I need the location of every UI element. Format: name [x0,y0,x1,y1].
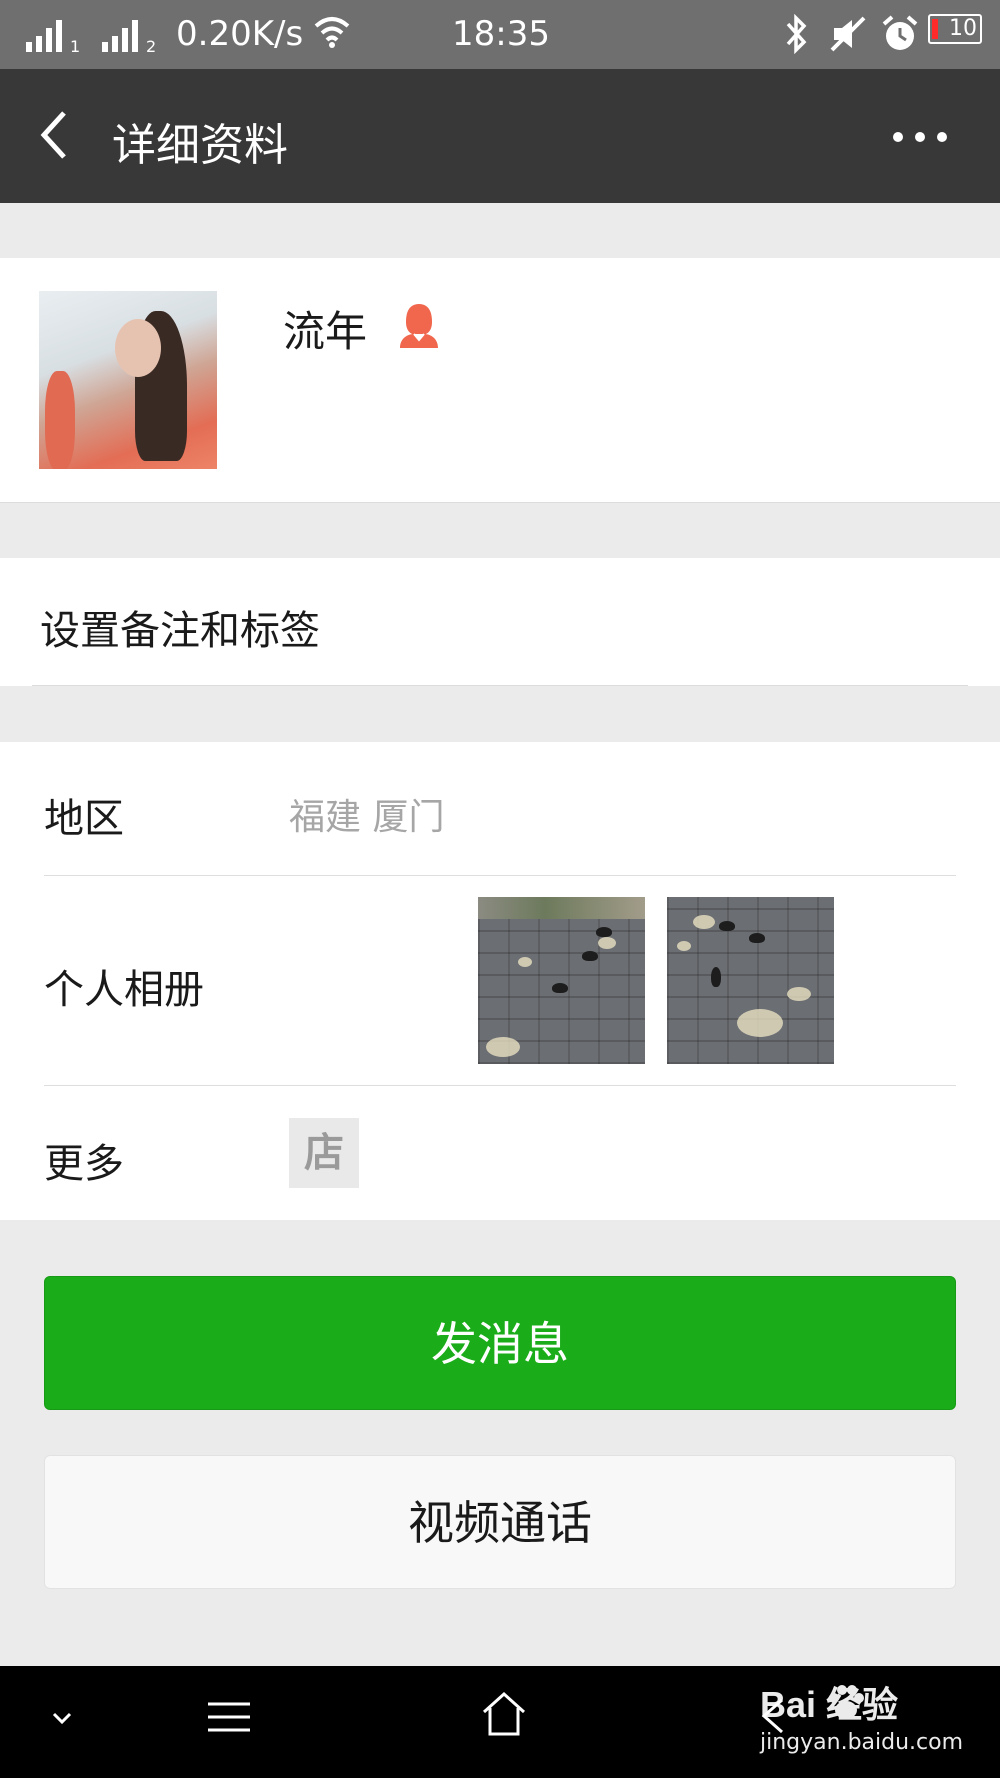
page-title: 详细资料 [112,120,288,171]
sim2-label: 2 [146,37,156,54]
watermark-url: jingyan.baidu.com [760,1730,964,1755]
region-row: 地区 福建 厦门 [44,742,956,876]
status-bar: 1 2 0.20K/s 18:35 10 [0,0,1000,69]
avatar[interactable] [39,291,217,469]
alarm-icon [880,14,920,63]
send-message-button[interactable]: 发消息 [44,1276,956,1410]
baidu-watermark: Bai 经验 jingyan.baidu.com [760,1676,963,1755]
album-row[interactable]: 个人相册 [44,875,956,1086]
shop-icon: 店 [289,1118,359,1188]
profile-card: 流年 [0,258,1000,503]
contact-name: 流年 [283,307,368,356]
set-remark-label: 设置备注和标签 [40,608,320,654]
info-list: 地区 福建 厦门 个人相册 更多 店 [0,742,1000,1220]
album-photo[interactable] [667,897,834,1064]
back-button[interactable] [30,105,90,165]
set-remark-row[interactable]: 设置备注和标签 [0,558,1000,686]
video-call-button[interactable]: 视频通话 [44,1455,956,1589]
chevron-left-icon [40,111,66,159]
album-photo[interactable] [478,897,645,1064]
battery-icon: 10 [928,14,982,44]
sim1-label: 1 [70,37,80,54]
more-options-button[interactable] [880,109,960,165]
mute-icon [828,14,868,63]
paw-icon [829,1685,864,1719]
network-speed: 0.20K/s [176,14,304,54]
more-row[interactable]: 更多 店 [44,1085,956,1219]
region-value: 福建 厦门 [289,797,445,838]
chevron-down-icon[interactable] [46,1702,78,1734]
menu-icon[interactable] [206,1694,252,1740]
battery-level: 10 [949,16,977,41]
more-dots-icon [893,132,947,142]
signal-icon: 1 [24,14,88,63]
female-user-icon [398,302,440,348]
title-bar: 详细资料 [0,69,1000,203]
region-label: 地区 [44,796,124,842]
wifi-icon [312,14,352,59]
more-label: 更多 [44,1141,124,1187]
clock-time: 18:35 [452,14,550,54]
album-label: 个人相册 [44,967,204,1013]
divider [32,685,968,686]
bluetooth-icon [780,13,812,63]
home-icon[interactable] [478,1688,530,1740]
signal-icon: 2 [100,14,164,63]
